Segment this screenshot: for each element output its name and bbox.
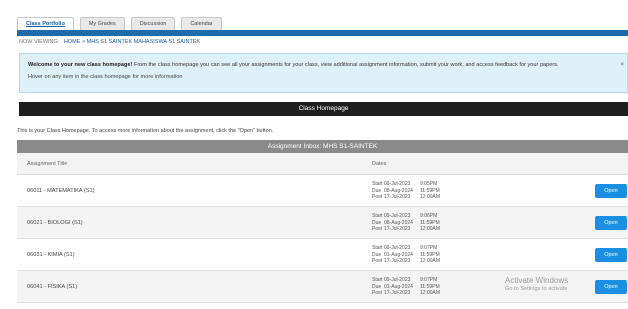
post-time: 12:00AM bbox=[420, 226, 441, 232]
post-time: 12:00AM bbox=[420, 194, 441, 200]
post-time: 12:00AM bbox=[420, 258, 441, 264]
open-button[interactable]: Open bbox=[595, 216, 627, 230]
breadcrumb-label: NOW VIEWING: bbox=[19, 39, 60, 45]
welcome-message: Welcome to your new class homepage! From… bbox=[28, 62, 619, 68]
watermark-subtitle: Go to Settings to activate bbox=[505, 286, 568, 292]
tab-discussion[interactable]: Discussion bbox=[130, 17, 176, 30]
assignment-title[interactable]: 06021 - BIOLOGI (S1) bbox=[27, 220, 83, 226]
post-date: 17-Jul-2023 bbox=[384, 226, 411, 232]
post-label: Post bbox=[372, 194, 383, 200]
tab-underline-bar bbox=[17, 30, 628, 36]
open-button[interactable]: Open bbox=[595, 280, 627, 294]
table-row: 06031 - KIMIA (S1) Start 09-Jul-2023 9:07P… bbox=[17, 239, 628, 271]
post-date: 17-Jul-2023 bbox=[384, 194, 411, 200]
assignment-title[interactable]: 06011 - MATEMATIKA (S1) bbox=[27, 188, 94, 194]
welcome-hint: Hover on any item in the class homepage … bbox=[28, 74, 183, 80]
inbox-title: Assignment Inbox: MHS S1-SAINTEK bbox=[17, 140, 628, 153]
open-button[interactable]: Open bbox=[595, 248, 627, 262]
assignment-dates: Start 09-Jul-2023 9:05PM Due 08-Aug-2024 11:… bbox=[372, 181, 450, 201]
open-button[interactable]: Open bbox=[595, 184, 627, 198]
post-label: Post bbox=[372, 226, 383, 232]
assignment-dates: Start 09-Jul-2023 9:07PM Due 01-Aug-2024 11:… bbox=[372, 277, 450, 297]
intro-text: This is your Class Homepage. To access m… bbox=[17, 128, 274, 134]
welcome-banner: Welcome to your new class homepage! From… bbox=[19, 53, 628, 93]
welcome-heading: Welcome to your new class homepage! bbox=[28, 62, 133, 68]
breadcrumb-path-link[interactable]: HOME > MHS S1 SAINTEK MAHASISWA S1 SAINT… bbox=[64, 39, 200, 45]
column-assignment-title: Assignment Title bbox=[27, 161, 68, 167]
close-icon[interactable]: × bbox=[620, 62, 624, 68]
post-time: 12:00AM bbox=[420, 290, 441, 296]
course-tabs: Class Portfolio My Grades Discussion Cal… bbox=[17, 17, 222, 30]
breadcrumb: NOW VIEWING: HOME > MHS S1 SAINTEK MAHAS… bbox=[19, 39, 200, 45]
tab-my-grades[interactable]: My Grades bbox=[79, 17, 125, 30]
post-label: Post bbox=[372, 290, 383, 296]
column-dates: Dates bbox=[372, 161, 387, 167]
assignment-dates: Start 09-Jul-2023 9:06PM Due 08-Aug-2024 11:… bbox=[372, 213, 450, 233]
post-date: 17-Jul-2023 bbox=[384, 290, 411, 296]
activate-windows-watermark: Activate Windows Go to Settings to activ… bbox=[505, 276, 568, 292]
tab-class-portfolio[interactable]: Class Portfolio bbox=[17, 17, 74, 30]
class-homepage-title-bar: Class Homepage bbox=[19, 102, 628, 116]
assignment-dates: Start 09-Jul-2023 9:07PM Due 01-Aug-2024 11:… bbox=[372, 245, 450, 265]
welcome-text: From the class homepage you can see all … bbox=[132, 62, 559, 68]
post-date: 17-Jul-2023 bbox=[384, 258, 411, 264]
post-label: Post bbox=[372, 258, 383, 264]
watermark-title: Activate Windows bbox=[505, 276, 569, 285]
assignment-title[interactable]: 06041 - FISIKA (S1) bbox=[27, 284, 77, 290]
inbox-column-headers: Assignment Title Dates bbox=[17, 153, 628, 175]
assignment-title[interactable]: 06031 - KIMIA (S1) bbox=[27, 252, 75, 258]
table-row: 06021 - BIOLOGI (S1) Start 09-Jul-2023 9:0… bbox=[17, 207, 628, 239]
tab-calendar[interactable]: Calendar bbox=[181, 17, 222, 30]
table-row: 06011 - MATEMATIKA (S1) Start 09-Jul-2023… bbox=[17, 175, 628, 207]
